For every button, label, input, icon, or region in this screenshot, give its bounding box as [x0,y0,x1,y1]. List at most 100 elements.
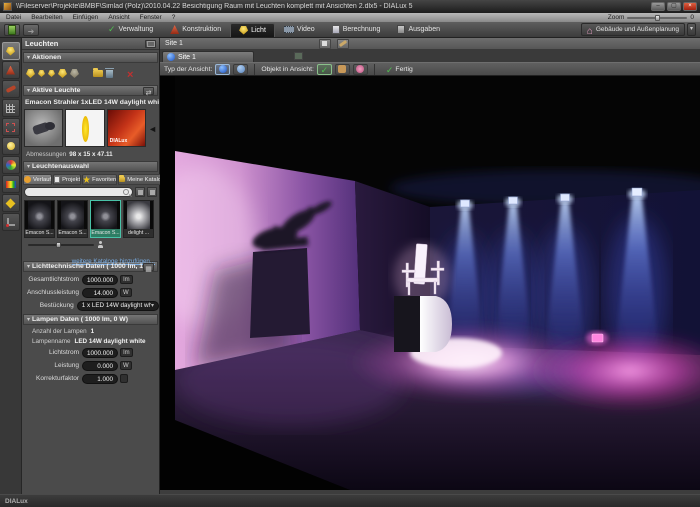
view-tab-site1[interactable]: Site 1 [162,51,254,62]
title-bar: \\Fileserver\Projekte\BMBF\Simlad (Polz)… [0,0,700,13]
menu-datei[interactable]: Datei [6,14,21,21]
luminaire-photo-thumbnail[interactable] [24,109,64,147]
menu-ansicht[interactable]: Ansicht [108,14,129,21]
panel-title: Leuchten [25,39,59,48]
view-3d-button[interactable] [215,63,231,75]
color-wheel-icon [5,160,16,170]
view-grid-button[interactable] [147,187,157,197]
done-button[interactable]: Fertig [381,64,418,75]
tab-ausgaben[interactable]: Ausgaben [389,23,448,37]
list-item[interactable]: Emacon S... [57,200,88,238]
object-move-button[interactable] [334,63,350,75]
building-dropdown-button[interactable] [687,23,696,36]
3d-scene-render [160,76,700,490]
insert-luminaire-icon[interactable] [26,69,35,78]
3d-scene[interactable] [160,76,700,490]
insert-luminaire-arrangement-icon[interactable] [38,70,45,77]
zoom-slider-thumb[interactable] [655,14,661,21]
dialux-promo-thumbnail[interactable]: DIALux [106,109,147,147]
close-button[interactable] [683,2,697,11]
tool-joint[interactable] [1,213,20,231]
insert-luminaire-line-icon[interactable] [48,70,55,77]
photometric-curve-thumbnail[interactable] [65,109,105,147]
object-decorate-button[interactable] [352,63,368,75]
tool-light-bulb[interactable] [1,137,20,155]
korrekturfaktor-input[interactable]: 1.000 [82,373,118,384]
swap-luminaire-button[interactable] [143,86,154,95]
tab-verlauf[interactable]: Verlauf [23,174,53,185]
tab-berechnung[interactable]: Berechnung [324,23,389,37]
tool-edit[interactable] [1,80,20,98]
view-tab-label: Site 1 [178,53,196,61]
tool-furniture[interactable] [1,61,20,79]
tab-favoriten[interactable]: Favoriten [82,174,118,185]
3d-view-icon [167,53,175,61]
field-label: Anschlussleistung [26,289,79,296]
lichttechnische-daten-header[interactable]: ▾ Lichttechnische Daten ( 1000 lm, 14 W) [23,261,158,272]
gesamtlichtstrom-input[interactable]: 1000.000 [82,274,119,285]
insert-luminaire-quick-button[interactable] [4,23,20,36]
minimize-button[interactable] [651,2,665,11]
building-outdoor-button[interactable]: Gebäude und Außenplanung [580,23,685,36]
tab-video[interactable]: Video [276,23,323,37]
object-confirm-button[interactable] [316,63,332,75]
view-list-button[interactable] [135,187,145,197]
zoom-slider[interactable] [627,14,688,21]
expand-arrow-icon[interactable] [148,119,157,137]
tool-spectrum[interactable] [1,175,20,193]
tab-verwaltung[interactable]: Verwaltung [100,23,161,37]
thumbnail-size-slider[interactable] [28,241,94,248]
tool-warning[interactable] [1,194,20,212]
field-label: Leistung [54,362,79,369]
dimensions-row: Abmessungen 98 x 15 x 47.11 [22,149,159,159]
history-icon [24,176,31,183]
undo-button[interactable] [23,23,39,36]
leuchtenauswahl-header[interactable]: ▾ Leuchtenauswahl [23,161,158,172]
active-luminaire-thumbnails: DIALux [22,107,159,149]
view-plan-button[interactable] [233,63,249,75]
delete-luminaire-icon[interactable] [105,67,114,78]
paint-button[interactable] [336,38,349,49]
bestueckung-dropdown[interactable]: 1 x LED 14W daylight white [76,300,159,311]
grid-view-icon [149,189,155,195]
tool-colors[interactable] [1,156,20,174]
leistung-input[interactable]: 0.000 [82,360,118,371]
table-view-button[interactable] [143,262,154,271]
search-input[interactable] [24,187,133,197]
tool-grid[interactable] [1,99,20,117]
field-korrekturfaktor: Korrekturfaktor 1.000 [22,372,159,385]
remove-all-icon[interactable] [127,65,133,83]
person-icon [98,241,103,248]
slider-thumb[interactable] [56,241,61,248]
lampen-daten-header[interactable]: ▾ Lampen Daten ( 1000 lm, 0 W) [23,314,158,325]
list-item[interactable]: delight ... [123,200,154,238]
tab-licht[interactable]: Licht [230,22,275,37]
menu-fenster[interactable]: Fenster [140,14,162,21]
tool-luminaire-selection[interactable] [1,42,20,60]
furniture-icon [6,65,15,75]
bestueckung-value: 1 x LED 14W daylight white [81,302,151,309]
lichtstrom-input[interactable]: 1000.000 [82,347,119,358]
aktive-leuchte-header[interactable]: ▾ Aktive Leuchte [23,85,158,96]
checklist-icon [108,25,116,34]
tab-projekt[interactable]: Projekt [53,174,82,185]
list-item-selected[interactable]: Emacon S... [90,200,121,238]
maximize-button[interactable] [667,2,681,11]
insert-luminaire-field-icon[interactable] [58,69,67,78]
menu-bearbeiten[interactable]: Bearbeiten [31,14,62,21]
anschlussleistung-input[interactable]: 14.000 [82,287,118,298]
tab-konstruktion[interactable]: Konstruktion [162,23,229,37]
new-view-icon[interactable] [294,52,303,60]
chevron-down-icon [151,301,154,311]
menu-einfuegen[interactable]: Einfügen [73,14,99,21]
tool-selection-area[interactable] [1,118,20,136]
float-panel-button[interactable] [145,39,156,48]
aktionen-header[interactable]: ▾ Aktionen [23,52,158,63]
menu-help[interactable]: ? [172,14,176,21]
calculator-icon [331,25,340,34]
luminaire-marker[interactable] [586,331,608,345]
catalog-folder-icon[interactable] [93,68,103,77]
list-item[interactable]: Emacon S... [24,200,55,238]
panel-toggle-button[interactable] [318,38,331,49]
luminaire-list: Emacon S... Emacon S... Emacon S... deli… [22,198,159,238]
